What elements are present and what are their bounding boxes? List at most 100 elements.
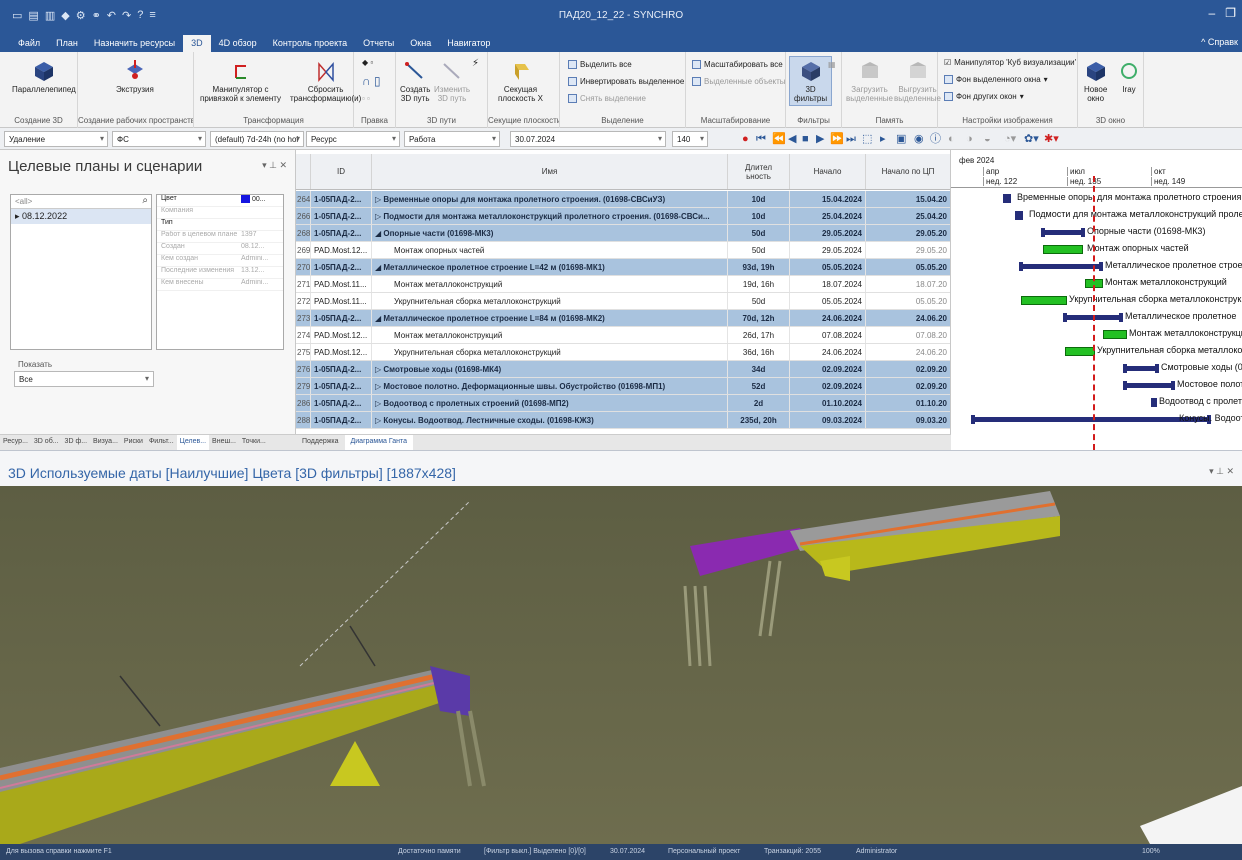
- table-row[interactable]: 271 PAD.Most.11... Монтаж металлоконструкц…: [296, 276, 950, 293]
- selected-bg-button[interactable]: Фон выделенного окна ▾: [944, 75, 1048, 84]
- focus-icon[interactable]: ▸: [880, 133, 886, 145]
- tab-3d-filters[interactable]: 3D ф...: [62, 435, 91, 450]
- record-icon[interactable]: ●: [742, 133, 749, 145]
- gantt-summary-bar[interactable]: [1019, 262, 1103, 271]
- edit-3d-path-button[interactable]: Изменить 3D путь: [434, 60, 470, 103]
- table-row[interactable]: 276 1-05ПАД-2... ▷ Смотровые ходы (01698-М…: [296, 361, 950, 378]
- unload-selected-button[interactable]: Выгрузить выделенные: [894, 60, 941, 103]
- tab-windows[interactable]: Окна: [402, 35, 439, 52]
- prev-frame-icon[interactable]: ⏪: [772, 133, 786, 145]
- next-frame-icon[interactable]: ⏩: [830, 133, 844, 145]
- extrusion-button[interactable]: Экструзия: [116, 60, 154, 94]
- zoom-spinner[interactable]: 140: [672, 131, 708, 147]
- gantt-summary-bar[interactable]: [971, 415, 1211, 424]
- search-icon[interactable]: ⌕: [142, 195, 148, 206]
- combo-remove[interactable]: Удаление: [4, 131, 108, 147]
- section-plane-button[interactable]: Секущая плоскость X: [498, 60, 543, 103]
- stop-icon[interactable]: ■: [802, 133, 809, 145]
- other-bg-button[interactable]: Фон других окон ▾: [944, 92, 1024, 101]
- tab-gantt[interactable]: Диаграмма Ганта: [344, 435, 414, 450]
- edit-cube-icon[interactable]: ◆ ▫: [362, 58, 373, 67]
- restore-icon[interactable]: ❐: [1225, 6, 1236, 20]
- header-name[interactable]: Имя: [372, 154, 728, 189]
- combo-work[interactable]: Работа: [404, 131, 500, 147]
- gantt-task-bar[interactable]: [1021, 296, 1067, 305]
- tab-plan[interactable]: План: [48, 35, 86, 52]
- appearance-2-icon[interactable]: ◑: [966, 133, 973, 145]
- manipulator-button[interactable]: Манипулятор с привязкой к элементу: [200, 60, 281, 103]
- tab-resources[interactable]: Ресур...: [0, 435, 31, 450]
- combo-link-type[interactable]: ФС: [112, 131, 206, 147]
- date-picker[interactable]: 30.07.2024: [510, 131, 666, 147]
- 3d-viewport[interactable]: [0, 486, 1242, 844]
- tree-search-input[interactable]: <all> ⌕: [11, 195, 151, 209]
- zoom-selected-button[interactable]: Выделенные объекты: [692, 77, 786, 86]
- gantt-summary-bar[interactable]: [1041, 228, 1085, 237]
- gantt-summary-bar[interactable]: [1123, 381, 1175, 390]
- color-swatch[interactable]: [241, 195, 250, 203]
- appearance-icon[interactable]: ◐: [948, 133, 955, 145]
- table-row[interactable]: 269 PAD.Most.12... Монтаж опорных частей 50…: [296, 242, 950, 259]
- tab-navigator[interactable]: Навигатор: [439, 35, 498, 52]
- tab-4d-review[interactable]: 4D обзор: [211, 35, 265, 52]
- load-selected-button[interactable]: Загрузить выделенные: [846, 60, 893, 103]
- table-row[interactable]: 266 1-05ПАД-2... ▷ Подмости для монтажа ме…: [296, 208, 950, 225]
- loop-icon[interactable]: ⬚: [862, 133, 872, 145]
- table-row[interactable]: 264 1-05ПАД-2... ▷ Временные опоры для мон…: [296, 191, 950, 208]
- table-row[interactable]: 270 1-05ПАД-2... ◢ Металлическое пролетное…: [296, 259, 950, 276]
- tab-support[interactable]: Поддержка: [296, 435, 345, 450]
- play-icon[interactable]: ▶: [816, 133, 824, 145]
- tab-file[interactable]: Файл: [10, 35, 48, 52]
- tab-3d-objects[interactable]: 3D об...: [31, 435, 62, 450]
- magnet-icon[interactable]: ∩ ▯: [362, 74, 381, 88]
- tab-visualization[interactable]: Визуа...: [90, 435, 121, 450]
- table-row[interactable]: 268 1-05ПАД-2... ◢ Опорные части (01698-МК…: [296, 225, 950, 242]
- view-controls[interactable]: ▾ ⊥ ✕: [1209, 466, 1234, 477]
- iray-button[interactable]: Iray: [1118, 60, 1140, 94]
- path-tool-icon[interactable]: ⚡: [472, 58, 479, 69]
- tab-reports[interactable]: Отчеты: [355, 35, 402, 52]
- table-row[interactable]: 272 PAD.Most.11... Укрупнительная сборка м…: [296, 293, 950, 310]
- combo-resource[interactable]: Ресурс: [306, 131, 400, 147]
- clear-selection-button[interactable]: Снять выделение: [568, 94, 646, 103]
- reset-transform-button[interactable]: Сбросить трансформацию(и): [290, 60, 361, 103]
- highlight-mode-icon[interactable]: ✱▾: [1044, 133, 1059, 145]
- parallelepiped-button[interactable]: Параллелепипед: [12, 60, 76, 94]
- edit-more-icon[interactable]: ▫ ▫: [362, 94, 370, 103]
- zoom-all-button[interactable]: Масштабировать все: [692, 60, 783, 69]
- play-back-icon[interactable]: ◀: [788, 133, 796, 145]
- new-window-button[interactable]: Новое окно: [1084, 60, 1107, 103]
- tab-assign-resources[interactable]: Назначить ресурсы: [86, 35, 183, 52]
- gantt-task-bar[interactable]: [1065, 347, 1095, 356]
- color-mode-icon[interactable]: ✿▾: [1024, 133, 1039, 145]
- tab-external[interactable]: Внеш...: [209, 435, 239, 450]
- info-icon[interactable]: ⓘ: [930, 133, 941, 145]
- tab-filters[interactable]: Фильт...: [146, 435, 177, 450]
- filter-option-icon[interactable]: ▦: [828, 60, 836, 69]
- panel-controls[interactable]: ▾ ⊥ ✕: [262, 160, 287, 171]
- table-row[interactable]: 275 PAD.Most.12... Укрупнительная сборка м…: [296, 344, 950, 361]
- gantt-summary-bar[interactable]: [1015, 211, 1023, 220]
- 3d-filters-button[interactable]: 3D фильтры: [789, 56, 833, 106]
- current-date-line[interactable]: [1093, 176, 1095, 450]
- select-all-button[interactable]: Выделить все: [568, 60, 632, 69]
- combo-calendar[interactable]: (default) 7d-24h (no hol: [210, 131, 304, 147]
- tab-project-control[interactable]: Контроль проекта: [265, 35, 356, 52]
- table-row[interactable]: 286 1-05ПАД-2... ▷ Водоотвод с пролетных с…: [296, 395, 950, 412]
- gantt-summary-bar[interactable]: [1151, 398, 1157, 407]
- tab-target-plans[interactable]: Целев...: [176, 435, 210, 450]
- gantt-summary-bar[interactable]: [1003, 194, 1011, 203]
- table-row[interactable]: 273 1-05ПАД-2... ◢ Металлическое пролетное…: [296, 310, 950, 327]
- table-row[interactable]: 288 1-05ПАД-2... ▷ Конусы. Водоотвод. Лест…: [296, 412, 950, 429]
- gantt-task-bar[interactable]: [1103, 330, 1127, 339]
- tree-node-date[interactable]: ▸ 08.12.2022: [11, 209, 151, 224]
- header-baseline-start[interactable]: Начало по ЦП: [866, 154, 950, 189]
- help-link[interactable]: ^ Справк: [1201, 37, 1238, 47]
- minimize-icon[interactable]: –: [1209, 6, 1216, 20]
- tab-points[interactable]: Точки...: [239, 435, 269, 450]
- invert-selection-button[interactable]: Инвертировать выделенное: [568, 77, 684, 86]
- gantt-task-bar[interactable]: [1043, 245, 1083, 254]
- create-3d-path-button[interactable]: Создать 3D путь: [400, 60, 430, 103]
- settings-round-icon[interactable]: ◉: [914, 133, 924, 145]
- gantt-summary-bar[interactable]: [1123, 364, 1159, 373]
